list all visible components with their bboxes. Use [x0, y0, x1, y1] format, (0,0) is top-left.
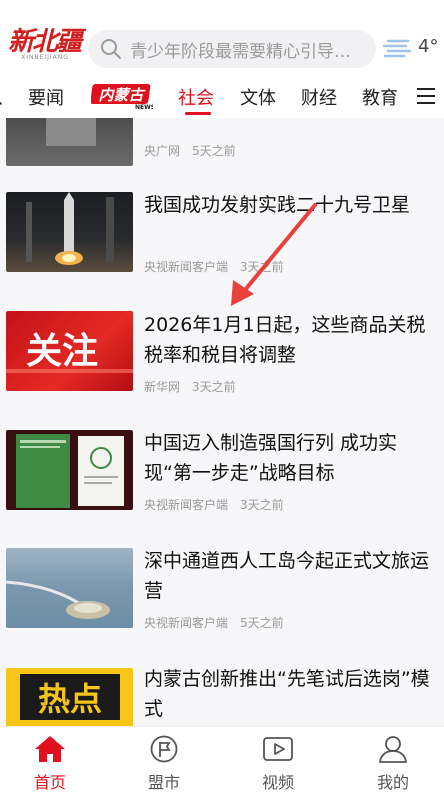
news-title: 内蒙古创新推出“先笔试后选岗”模式: [144, 668, 430, 720]
nav-item-yaowen[interactable]: 要闻: [28, 84, 64, 110]
news-source: 央视新闻客户端: [144, 260, 229, 274]
nav-badge-label: 内蒙古: [98, 86, 146, 104]
news-thumbnail: 热点: [6, 668, 133, 726]
app-logo[interactable]: 新北疆 XINBEIJIANG: [8, 28, 82, 68]
news-meta: 央广网 5天之前: [144, 142, 248, 159]
search-bar[interactable]: 青少年阶段最需要精心引导…: [88, 30, 376, 68]
video-play-icon: [263, 737, 293, 761]
bottom-tab-bar: 首页 盟市 视频 我的: [0, 726, 444, 795]
news-item[interactable]: 央广网 5天之前: [0, 118, 444, 178]
thumbnail-text: 热点: [38, 680, 102, 718]
search-placeholder: 青少年阶段最需要精心引导…: [130, 41, 351, 62]
news-item[interactable]: 深中通道西人工岛今起正式文旅运营 央视新闻客户端 5天之前: [0, 534, 444, 652]
temperature: 4°: [418, 36, 439, 57]
news-thumbnail: [6, 548, 133, 628]
active-tab-indicator: [185, 112, 211, 115]
news-item[interactable]: 关注 2026年1月1日起，这些商品关税税率和税目将调整 新华网 3天之前: [0, 296, 444, 414]
news-thumbnail: 关注: [6, 311, 133, 391]
nav-badge-news: NEWS: [135, 104, 153, 110]
channel-nav: 、 要闻 内蒙古 NEWS 社会 文体 财经 教育: [0, 72, 444, 118]
tab-mengshi[interactable]: 盟市: [124, 735, 204, 795]
tab-label: 我的: [376, 773, 409, 792]
logo-text: 新北疆: [8, 27, 82, 57]
news-title: 深中通道西人工岛今起正式文旅运营: [144, 550, 430, 602]
news-thumbnail: [6, 192, 133, 272]
news-time: 3天之前: [192, 380, 236, 394]
nav-item-jiaoyu[interactable]: 教育: [362, 84, 398, 110]
fog-icon[interactable]: [382, 36, 412, 62]
news-meta: 央视新闻客户端 3天之前: [144, 496, 296, 513]
news-thumbnail: [6, 430, 133, 510]
news-item[interactable]: 热点 内蒙古创新推出“先笔试后选岗”模式: [0, 652, 444, 726]
news-source: 央广网: [144, 144, 181, 158]
tab-video[interactable]: 视频: [238, 735, 318, 795]
tab-home[interactable]: 首页: [10, 735, 90, 795]
news-meta: 央视新闻客户端 3天之前: [144, 258, 296, 275]
news-title: 2026年1月1日起，这些商品关税税率和税目将调整: [144, 314, 426, 366]
tab-profile[interactable]: 我的: [353, 735, 433, 795]
news-source: 央视新闻客户端: [144, 616, 229, 630]
nav-item-wenti[interactable]: 文体: [240, 84, 276, 110]
news-time: 5天之前: [240, 616, 284, 630]
news-item[interactable]: 中国迈入制造强国行列 成功实现“第一步走”战略目标 央视新闻客户端 3天之前: [0, 416, 444, 534]
news-source: 央视新闻客户端: [144, 498, 229, 512]
tab-label: 视频: [261, 773, 294, 792]
news-time: 3天之前: [240, 498, 284, 512]
news-title: 中国迈入制造强国行列 成功实现“第一步走”战略目标: [144, 432, 398, 484]
nav-item-neimenggu[interactable]: 内蒙古 NEWS: [91, 82, 153, 110]
news-time: 5天之前: [192, 144, 236, 158]
news-meta: 央视新闻客户端 5天之前: [144, 614, 296, 631]
user-icon: [379, 736, 407, 763]
tab-label: 盟市: [147, 773, 180, 792]
news-title: 我国成功发射实践二十九号卫星: [144, 194, 411, 216]
news-time: 3天之前: [240, 260, 284, 274]
nav-item-caijing[interactable]: 财经: [301, 84, 337, 110]
news-item[interactable]: 我国成功发射实践二十九号卫星 央视新闻客户端 3天之前: [0, 178, 444, 296]
menu-icon[interactable]: [416, 86, 436, 106]
nav-item-shehui[interactable]: 社会: [178, 84, 214, 110]
tab-label: 首页: [33, 773, 66, 792]
flag-circle-icon: [150, 735, 178, 763]
top-header: 新北疆 XINBEIJIANG 青少年阶段最需要精心引导… 4°: [0, 0, 444, 72]
news-source: 新华网: [144, 380, 181, 394]
nav-item-partial[interactable]: 、: [0, 84, 14, 110]
news-meta: 新华网 3天之前: [144, 378, 248, 395]
news-thumbnail: [6, 118, 133, 166]
thumbnail-text: 关注: [26, 331, 98, 372]
news-feed[interactable]: 央广网 5天之前 我国成功发射实践二十九号卫星 央视新闻客户端 3天之前 关注: [0, 118, 444, 726]
home-icon: [35, 736, 65, 762]
search-icon: [101, 39, 121, 59]
